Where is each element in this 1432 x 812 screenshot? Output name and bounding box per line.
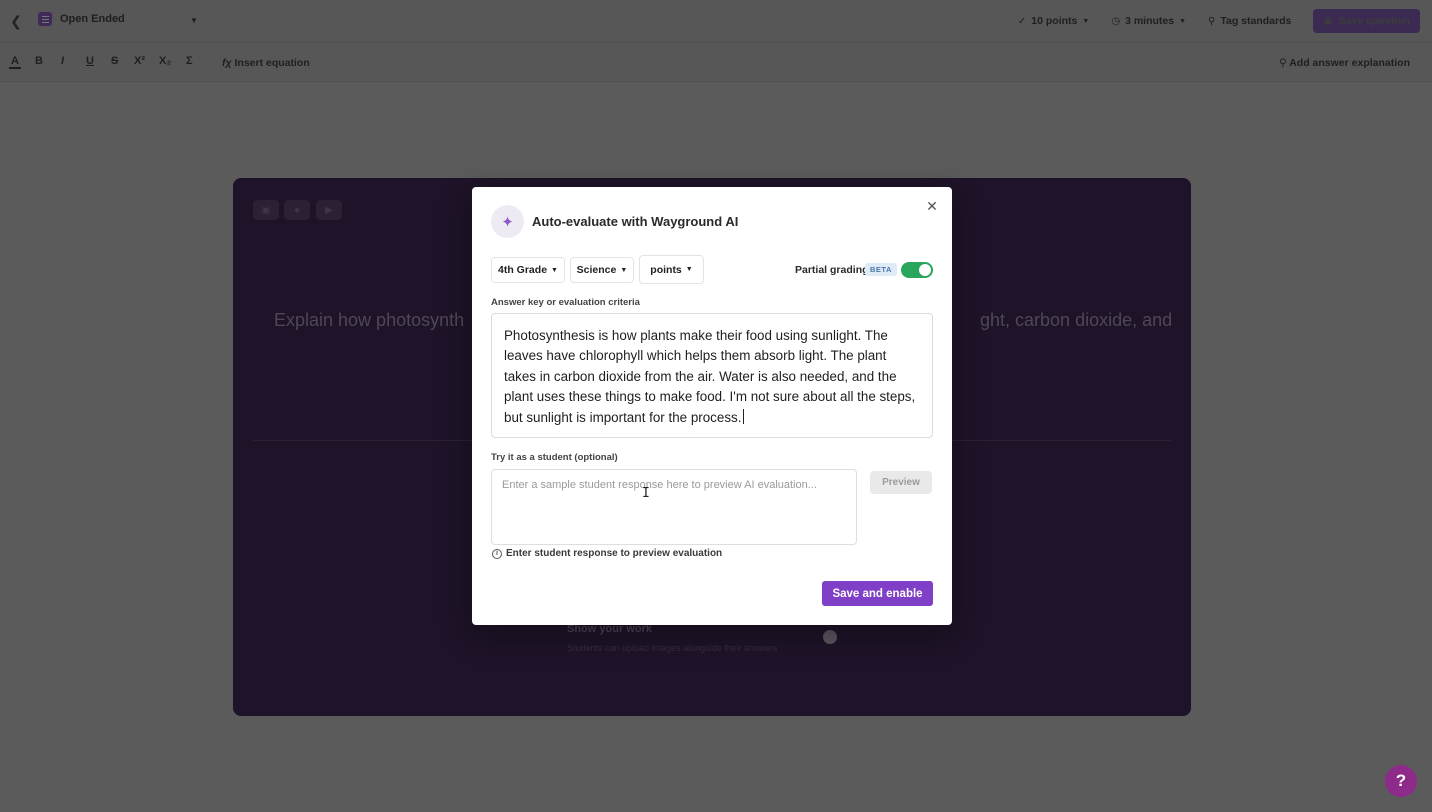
microphone-icon[interactable]: ● bbox=[284, 200, 310, 220]
back-arrow-icon[interactable]: ❮ bbox=[8, 12, 24, 30]
preview-button[interactable]: Preview bbox=[870, 471, 932, 494]
question-text-left: Explain how photosynth bbox=[274, 310, 465, 330]
time-selector[interactable]: ◷ 3 minutes ▼ bbox=[1111, 15, 1186, 27]
question-type-icon bbox=[38, 12, 52, 26]
insert-equation-button[interactable]: fχ Insert equation bbox=[222, 57, 310, 69]
subject-value: Science bbox=[576, 264, 617, 276]
check-icon: ✓ bbox=[1017, 15, 1027, 27]
chevron-down-icon: ▼ bbox=[1082, 17, 1090, 25]
superscript-button[interactable]: X² bbox=[134, 55, 145, 67]
beta-badge: BETA bbox=[865, 263, 897, 276]
preview-hint-text: Enter student response to preview evalua… bbox=[506, 548, 723, 559]
partial-grading-toggle[interactable] bbox=[901, 262, 933, 278]
scoring-dropdown[interactable]: points ▼ bbox=[639, 255, 704, 284]
auto-evaluate-modal: ✦ Auto-evaluate with Wayground AI ✕ 4th … bbox=[472, 187, 952, 625]
tag-standards-button[interactable]: ⚲ Tag standards bbox=[1208, 15, 1291, 27]
save-question-label: Save question bbox=[1338, 15, 1410, 27]
insert-equation-label: Insert equation bbox=[234, 57, 310, 69]
underline-button[interactable]: U bbox=[86, 55, 94, 67]
text-cursor-icon: I bbox=[642, 486, 650, 501]
toggle-knob bbox=[919, 264, 931, 276]
student-response-textarea[interactable]: Enter a sample student response here to … bbox=[491, 469, 857, 545]
lightbulb-icon: ⚲ bbox=[1278, 57, 1287, 69]
preview-hint: i Enter student response to preview eval… bbox=[492, 548, 722, 559]
add-answer-explanation-label: Add answer explanation bbox=[1289, 57, 1410, 69]
image-icon[interactable]: ▣ bbox=[253, 200, 279, 220]
grade-value: 4th Grade bbox=[498, 264, 548, 276]
video-icon[interactable]: ▶ bbox=[316, 200, 342, 220]
question-type-label: Open Ended bbox=[60, 13, 125, 25]
chevron-down-icon: ▼ bbox=[685, 266, 693, 273]
text-color-button[interactable]: A bbox=[9, 55, 21, 69]
chevron-down-icon: ▼ bbox=[1179, 17, 1187, 25]
formatting-toolbar: A B I U S X² X₂ Σ fχ Insert equation ⚲ A… bbox=[0, 42, 1432, 82]
symbols-button[interactable]: Σ bbox=[186, 55, 193, 67]
top-bar: ❮ Open Ended ▼ ✓ 10 points ▼ ◷ 3 minutes… bbox=[0, 0, 1432, 42]
answer-key-textarea[interactable]: Photosynthesis is how plants make their … bbox=[491, 313, 933, 438]
close-icon[interactable]: ✕ bbox=[924, 198, 940, 214]
tag-standards-label: Tag standards bbox=[1220, 15, 1292, 27]
chevron-down-icon: ▼ bbox=[190, 16, 198, 25]
chevron-down-icon: ▼ bbox=[551, 266, 558, 274]
student-response-placeholder: Enter a sample student response here to … bbox=[502, 479, 817, 491]
strikethrough-button[interactable]: S bbox=[111, 55, 118, 67]
modal-title: Auto-evaluate with Wayground AI bbox=[532, 214, 739, 229]
italic-button[interactable]: I bbox=[61, 55, 64, 67]
show-your-work-toggle[interactable] bbox=[823, 630, 837, 644]
points-label: 10 points bbox=[1031, 15, 1078, 27]
save-question-button[interactable]: ▣ Save question bbox=[1313, 9, 1420, 33]
answer-key-text: Photosynthesis is how plants make their … bbox=[504, 328, 916, 425]
add-answer-explanation-button[interactable]: ⚲ Add answer explanation bbox=[1279, 57, 1410, 69]
partial-grading-label: Partial grading bbox=[795, 264, 869, 276]
subject-dropdown[interactable]: Science ▼ bbox=[570, 257, 634, 283]
save-icon: ▣ bbox=[1323, 15, 1333, 27]
info-icon: i bbox=[492, 548, 502, 559]
sparkles-icon: ✦ bbox=[491, 205, 524, 238]
question-text-right: ght, carbon dioxide, and bbox=[980, 310, 1173, 330]
answer-key-label: Answer key or evaluation criteria bbox=[491, 297, 640, 308]
function-icon: fχ bbox=[222, 57, 232, 69]
time-label: 3 minutes bbox=[1125, 15, 1175, 27]
show-your-work-description: Students can upload images alongside the… bbox=[567, 643, 778, 653]
try-student-label: Try it as a student (optional) bbox=[491, 452, 618, 463]
points-selector[interactable]: ✓ 10 points ▼ bbox=[1018, 15, 1089, 27]
topbar-actions: ✓ 10 points ▼ ◷ 3 minutes ▼ ⚲ Tag standa… bbox=[1018, 9, 1420, 33]
chevron-down-icon: ▼ bbox=[620, 266, 628, 274]
clock-icon: ◷ bbox=[1111, 15, 1121, 27]
save-and-enable-button[interactable]: Save and enable bbox=[822, 581, 933, 606]
grade-dropdown[interactable]: 4th Grade ▼ bbox=[491, 257, 565, 283]
question-type-selector[interactable]: Open Ended ▼ bbox=[38, 12, 198, 26]
text-caret bbox=[743, 408, 745, 424]
help-button[interactable]: ? bbox=[1385, 765, 1417, 797]
tag-icon: ⚲ bbox=[1208, 15, 1216, 27]
subscript-button[interactable]: X₂ bbox=[159, 55, 171, 67]
scoring-value: points bbox=[650, 263, 682, 276]
bold-button[interactable]: B bbox=[35, 55, 43, 67]
